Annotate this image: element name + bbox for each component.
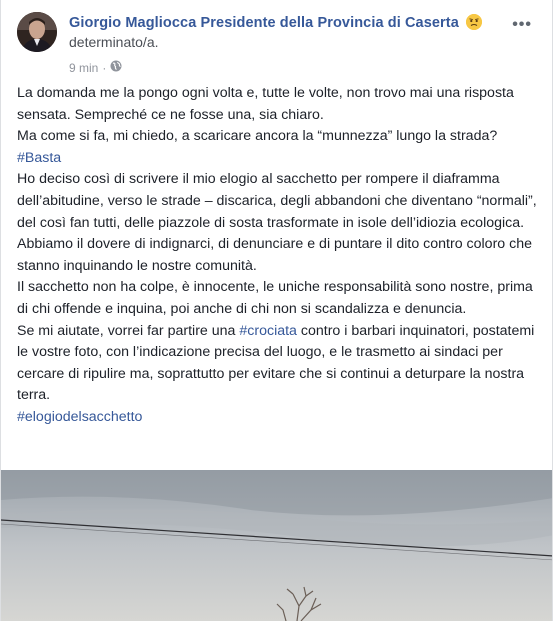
paragraph-3: Ho deciso così di scrivere il mio elogio… — [17, 171, 537, 231]
author-avatar[interactable] — [17, 12, 57, 52]
facebook-post: Giorgio Magliocca Presidente della Provi… — [0, 0, 553, 621]
hashtag-elogio-line: #elogiodelsacchetto — [17, 407, 541, 429]
post-photo[interactable] — [1, 470, 552, 621]
determined-face-emoji — [466, 14, 483, 30]
paragraph-4: Abbiamo il dovere di indignarci, di denu… — [17, 236, 532, 274]
hashtag-crociata[interactable]: #crociata — [239, 323, 297, 339]
paragraph-6-start: Se mi aiutate, vorrei far partire una — [17, 322, 240, 339]
hashtag-elogiodelsacchetto[interactable]: #elogiodelsacchetto — [17, 409, 142, 425]
more-options-icon[interactable]: ••• — [512, 16, 532, 34]
paragraph-6: Se mi aiutate, vorrei far partire una #c… — [17, 321, 541, 407]
photo-image — [1, 470, 552, 621]
hashtag-basta-line: #Basta — [17, 148, 541, 170]
post-meta: 9 min · — [69, 60, 122, 75]
hashtag-basta[interactable]: #Basta — [17, 150, 61, 166]
post-body: La domanda me la pongo ogni volta e, tut… — [17, 83, 541, 429]
avatar-image — [17, 12, 57, 52]
meta-separator: · — [102, 60, 107, 75]
post-header: Giorgio Magliocca Presidente della Provi… — [17, 12, 540, 75]
paragraph-2: Ma come si fa, mi chiedo, a scaricare an… — [17, 128, 498, 145]
author-name[interactable]: Giorgio Magliocca Presidente della Provi… — [69, 14, 483, 31]
paragraph-5: Il sacchetto non ha colpe, è innocente, … — [17, 279, 533, 317]
post-time[interactable]: 9 min — [69, 61, 98, 75]
globe-icon[interactable] — [110, 60, 122, 75]
author-name-text[interactable]: Giorgio Magliocca Presidente della Provi… — [69, 15, 459, 31]
feeling-status: determinato/a. — [69, 34, 159, 50]
paragraph-1: La domanda me la pongo ogni volta e, tut… — [17, 85, 514, 123]
